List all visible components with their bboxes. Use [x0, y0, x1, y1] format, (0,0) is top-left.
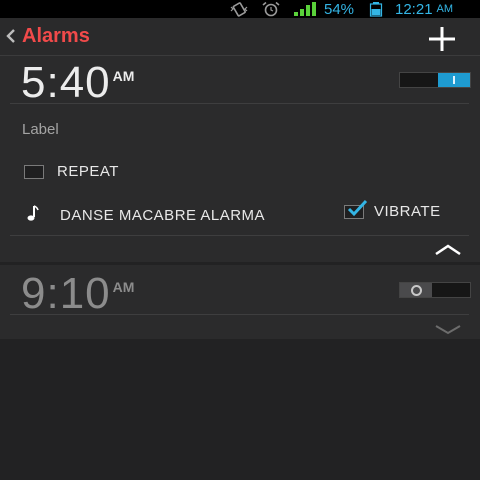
alarm-time[interactable]: 5:40 AM — [21, 58, 134, 108]
battery-percent: 54% — [324, 0, 355, 18]
alarm-toggle-on[interactable] — [399, 72, 471, 88]
vibrate-icon — [229, 0, 249, 18]
toggle-knob — [400, 283, 432, 297]
status-time: 12:21 AM — [395, 0, 453, 18]
ringtone-selector[interactable]: DANSE MACABRE ALARMA — [26, 204, 265, 227]
chevron-left-icon[interactable] — [5, 26, 17, 46]
add-alarm-button[interactable] — [424, 23, 460, 53]
alarm-item: 9:10 AM — [0, 265, 480, 339]
divider — [10, 103, 469, 104]
alarm-toggle-off[interactable] — [399, 282, 471, 298]
battery-icon — [369, 0, 383, 18]
checkmark-icon — [347, 199, 368, 216]
ringtone-name: DANSE MACABRE ALARMA — [60, 207, 266, 224]
alarm-label[interactable]: Label — [22, 121, 59, 138]
alarm-time-value: 9:10 — [21, 269, 111, 318]
repeat-checkbox[interactable] — [24, 164, 44, 179]
chevron-up-icon — [435, 244, 461, 256]
divider — [10, 314, 469, 315]
status-time-value: 12:21 — [395, 0, 433, 18]
alarm-clock-icon — [260, 0, 282, 18]
alarm-time[interactable]: 9:10 AM — [21, 269, 134, 319]
repeat-option[interactable]: REPEAT — [24, 163, 119, 180]
action-bar: Alarms — [0, 18, 480, 56]
alarm-time-ampm: AM — [112, 279, 135, 295]
chevron-down-icon — [435, 325, 461, 335]
alarm-item: 5:40 AM Label REPEAT DANSE MACABRE ALARMA… — [0, 56, 480, 262]
plus-icon — [429, 27, 455, 51]
vibrate-label: VIBRATE — [374, 203, 441, 220]
alarm-time-value: 5:40 — [21, 58, 111, 107]
music-note-icon — [26, 204, 40, 227]
expand-button[interactable] — [433, 322, 463, 335]
vibrate-option[interactable]: VIBRATE — [344, 199, 441, 220]
collapse-button[interactable] — [433, 242, 463, 256]
divider — [10, 235, 469, 236]
repeat-label: REPEAT — [57, 163, 119, 180]
status-bar: 54% 12:21 AM — [0, 0, 480, 18]
vibrate-checkbox[interactable] — [344, 199, 368, 219]
page-title[interactable]: Alarms — [22, 25, 90, 48]
alarm-time-ampm: AM — [112, 68, 135, 84]
status-time-ampm: AM — [436, 3, 454, 15]
toggle-knob — [438, 73, 470, 87]
signal-icon — [293, 0, 317, 18]
